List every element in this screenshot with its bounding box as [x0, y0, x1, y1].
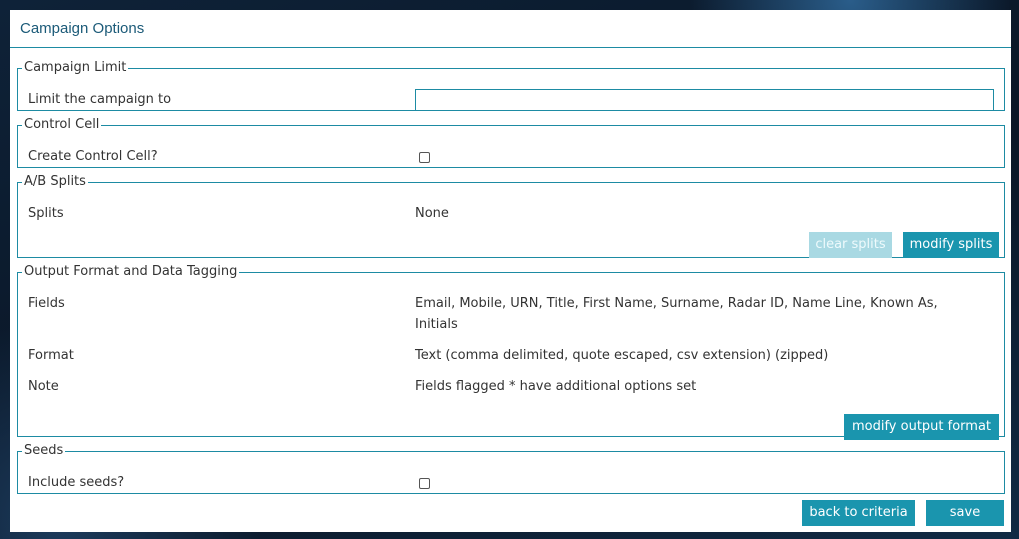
include-seeds-checkbox[interactable] — [419, 478, 430, 489]
ab-splits-legend: A/B Splits — [24, 174, 86, 189]
campaign-options-panel: Campaign Options Campaign Limit Limit th… — [10, 10, 1011, 532]
output-format-legend: Output Format and Data Tagging — [24, 264, 238, 279]
note-label: Note — [28, 379, 59, 394]
splits-label: Splits — [28, 206, 64, 221]
campaign-limit-legend: Campaign Limit — [24, 60, 127, 75]
panel-title: Campaign Options — [20, 20, 145, 37]
modify-output-format-button[interactable]: modify output format — [844, 414, 999, 440]
control-cell-legend: Control Cell — [24, 117, 100, 132]
output-format-section: Output Format and Data Tagging Fields Em… — [17, 264, 1005, 440]
clear-splits-button[interactable]: clear splits — [809, 232, 892, 258]
include-seeds-label: Include seeds? — [28, 475, 125, 490]
back-to-criteria-button[interactable]: back to criteria — [802, 500, 915, 526]
format-value: Text (comma delimited, quote escaped, cs… — [415, 348, 829, 363]
seeds-legend: Seeds — [24, 443, 64, 458]
control-cell-section: Control Cell Create Control Cell? — [17, 118, 1005, 168]
format-label: Format — [28, 348, 74, 363]
ab-splits-section: A/B Splits Splits None clear splits modi… — [17, 175, 1005, 258]
note-value: Fields flagged * have additional options… — [415, 379, 697, 394]
splits-value: None — [415, 206, 449, 221]
limit-campaign-input[interactable] — [415, 89, 994, 111]
seeds-section: Seeds Include seeds? — [17, 444, 1005, 494]
campaign-limit-section: Campaign Limit Limit the campaign to — [17, 61, 1005, 111]
limit-campaign-label: Limit the campaign to — [28, 92, 172, 107]
modify-splits-button[interactable]: modify splits — [903, 232, 999, 258]
create-control-cell-checkbox[interactable] — [419, 152, 430, 163]
save-button[interactable]: save — [926, 500, 1004, 526]
fields-value: Email, Mobile, URN, Title, First Name, S… — [415, 296, 938, 332]
create-control-cell-label: Create Control Cell? — [28, 149, 158, 164]
fields-label: Fields — [28, 296, 65, 311]
panel-header: Campaign Options — [10, 10, 1011, 48]
